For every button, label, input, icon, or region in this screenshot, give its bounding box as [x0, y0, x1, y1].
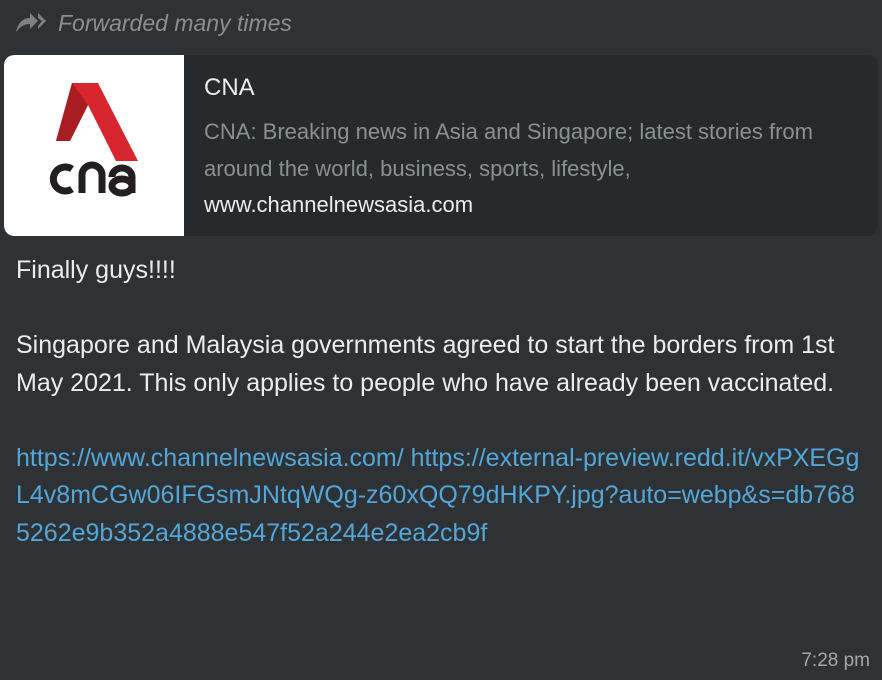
forwarded-text: Forwarded many times — [58, 9, 292, 36]
message-body: Finally guys!!!! Singapore and Malaysia … — [16, 252, 866, 552]
forward-arrows-icon — [14, 10, 50, 36]
message-line-1: Finally guys!!!! — [16, 256, 176, 284]
message-links: https://www.channelnewsasia.com/ https:/… — [16, 440, 866, 553]
forwarded-label: Forwarded many times — [14, 8, 292, 38]
preview-thumbnail — [4, 55, 184, 236]
message-bubble[interactable]: Forwarded many times CNA CNA: Breaking n… — [0, 0, 882, 680]
message-timestamp: 7:28 pm — [801, 650, 870, 671]
preview-title: CNA — [204, 74, 255, 101]
preview-description: CNA: Breaking news in Asia and Singapore… — [204, 119, 813, 181]
cna-logo-icon — [49, 83, 138, 197]
link-channelnewsasia[interactable]: https://www.channelnewsasia.com/ — [16, 444, 404, 472]
preview-domain: www.channelnewsasia.com — [204, 192, 474, 217]
message-line-2: Singapore and Malaysia governments agree… — [16, 331, 835, 397]
link-preview-card[interactable]: CNA CNA: Breaking news in Asia and Singa… — [4, 55, 878, 236]
